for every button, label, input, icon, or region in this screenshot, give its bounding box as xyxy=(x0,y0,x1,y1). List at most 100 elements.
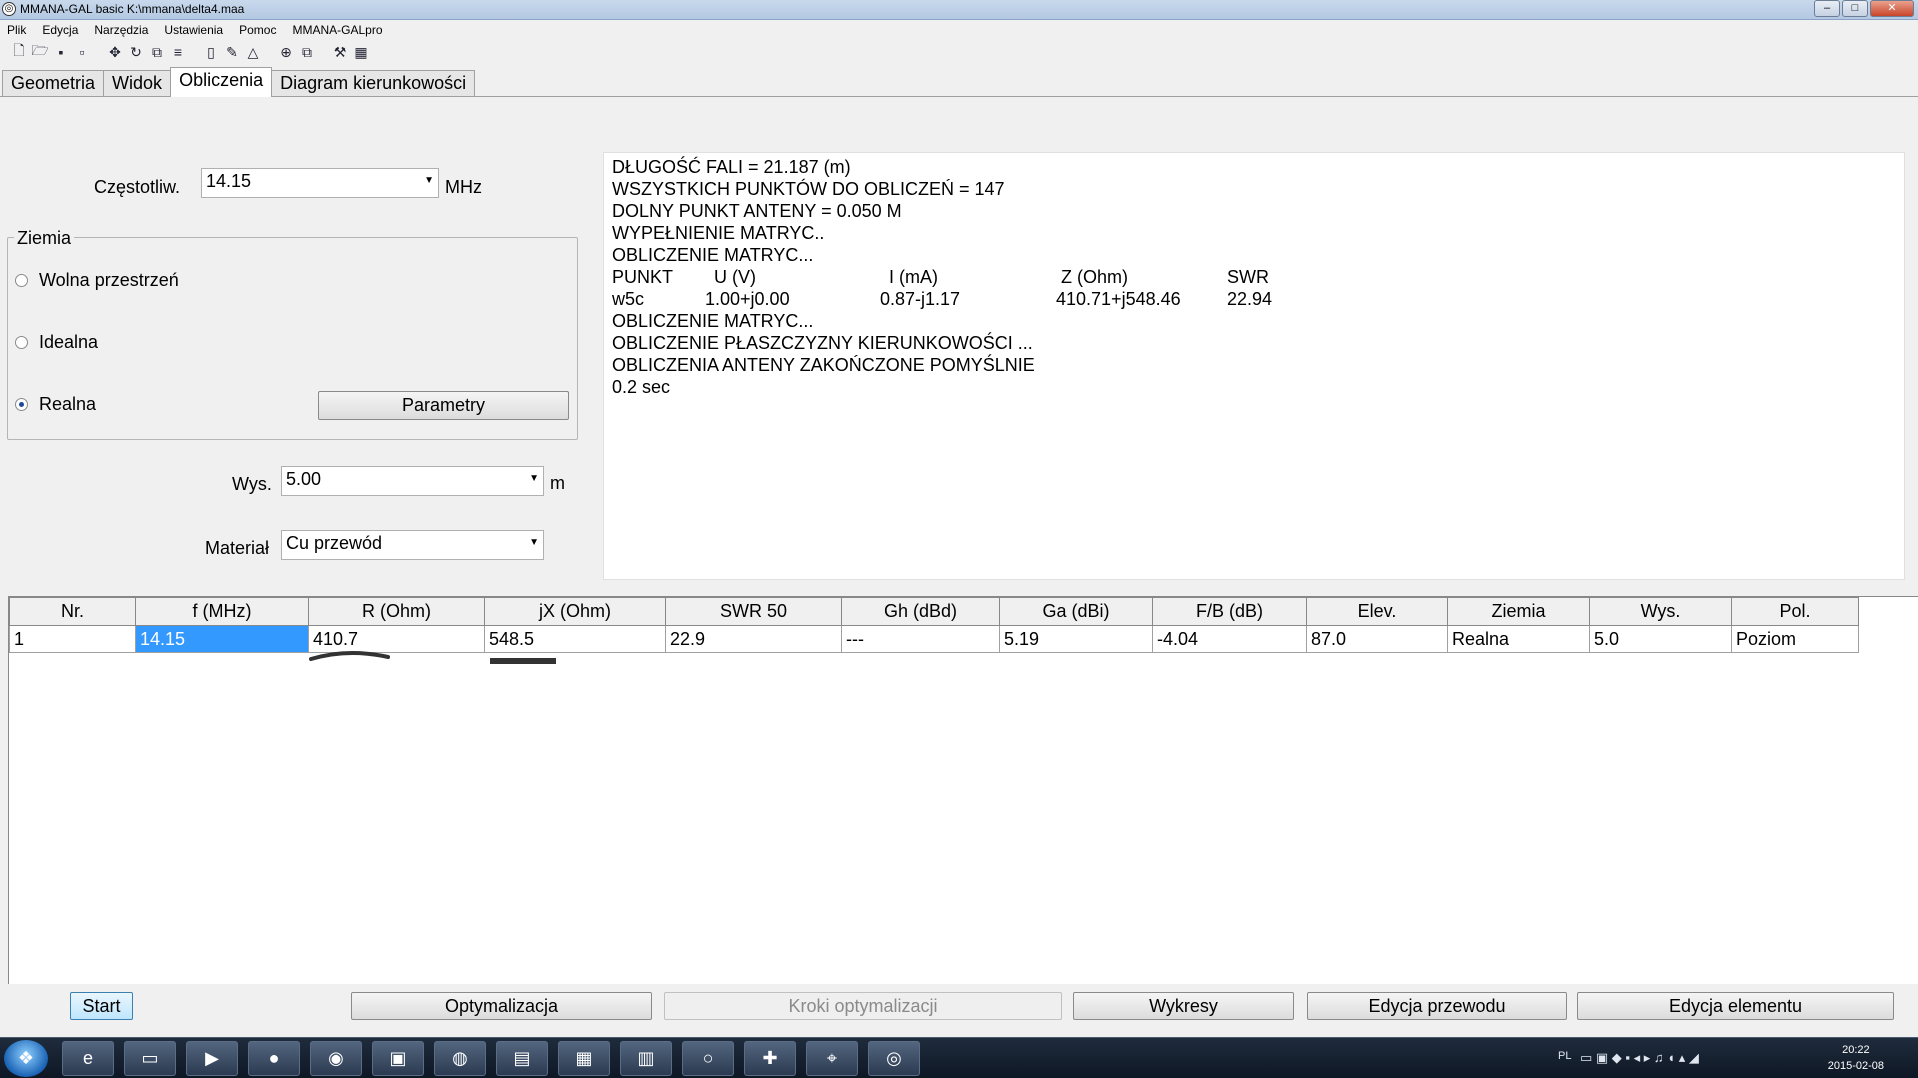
radio-ideal[interactable]: Idealna xyxy=(15,332,98,353)
align-icon[interactable]: ≡ xyxy=(169,43,187,61)
col-header-pol[interactable]: Pol. xyxy=(1731,597,1859,626)
app-icon-7[interactable]: ◎ xyxy=(868,1041,920,1076)
tab-geometria[interactable]: Geometria xyxy=(2,70,105,96)
element-edit-button[interactable]: Edycja elementu xyxy=(1577,992,1894,1020)
rtty-icon[interactable]: ✚ xyxy=(744,1041,796,1076)
rotate-icon[interactable]: ↻ xyxy=(127,43,145,61)
tools-icon[interactable]: ⚒ xyxy=(331,43,349,61)
cell-ziemia[interactable]: Realna xyxy=(1447,625,1590,653)
antenna-icon[interactable]: ⌖ xyxy=(806,1041,858,1076)
menu-edycja[interactable]: Edycja xyxy=(35,23,87,37)
optimization-steps-button[interactable]: Kroki optymalizacji xyxy=(664,992,1062,1020)
app-icon-3[interactable]: ▤ xyxy=(496,1041,548,1076)
chrome-icon[interactable]: ◉ xyxy=(310,1041,362,1076)
col-header-fb[interactable]: F/B (dB) xyxy=(1152,597,1307,626)
cell-pol[interactable]: Poziom xyxy=(1731,625,1859,653)
app-icon-4[interactable]: ▦ xyxy=(558,1041,610,1076)
app-icon-5[interactable]: ▥ xyxy=(620,1041,672,1076)
page-icon[interactable]: ▯ xyxy=(202,43,220,61)
menu-ustawienia[interactable]: Ustawienia xyxy=(157,23,232,37)
start-button[interactable]: Start xyxy=(70,992,133,1020)
copy-icon[interactable]: ⧉ xyxy=(148,43,166,61)
cell-wys[interactable]: 5.0 xyxy=(1589,625,1732,653)
radio-free-space[interactable]: Wolna przestrzeń xyxy=(15,270,179,291)
save-as-icon[interactable]: ▫ xyxy=(73,43,91,61)
edit-icon[interactable]: ✎ xyxy=(223,43,241,61)
clock[interactable]: 20:22 2015-02-08 xyxy=(1828,1042,1884,1074)
explorer-icon[interactable]: ▭ xyxy=(124,1041,176,1076)
radio-real-label: Realna xyxy=(39,394,97,414)
radio-icon[interactable] xyxy=(15,336,28,349)
material-value: Cu przewód xyxy=(286,533,383,553)
dropdown-arrow-icon[interactable]: ▼ xyxy=(529,537,539,548)
menu-pomoc[interactable]: Pomoc xyxy=(232,23,285,37)
col-header-elev[interactable]: Elev. xyxy=(1306,597,1448,626)
height-combo[interactable]: 5.00 ▼ xyxy=(281,466,544,496)
col-header-ga[interactable]: Ga (dBi) xyxy=(999,597,1153,626)
cell-nr[interactable]: 1 xyxy=(9,625,136,653)
material-combo[interactable]: Cu przewód ▼ xyxy=(281,530,544,560)
tray-icons[interactable]: ▭ ▣ ◆ ▪ ◂ ▸ ♫ ◖ ▴ ◢ xyxy=(1580,1050,1699,1066)
col-header-gh[interactable]: Gh (dBd) xyxy=(841,597,1000,626)
menu-narzedzia[interactable]: Narzędzia xyxy=(87,23,157,37)
frequency-combo[interactable]: 14.15 ▼ xyxy=(201,168,439,198)
output-line: DŁUGOŚĆ FALI = 21.187 (m) xyxy=(612,157,851,177)
language-indicator[interactable]: PL xyxy=(1558,1050,1571,1062)
tab-diagram-kierunkowosci[interactable]: Diagram kierunkowości xyxy=(271,70,476,96)
clock-date: 2015-02-08 xyxy=(1827,1060,1884,1072)
point-row-u: 1.00+j0.00 xyxy=(705,289,790,309)
cell-gh[interactable]: --- xyxy=(841,625,1000,653)
wire-edit-button[interactable]: Edycja przewodu xyxy=(1307,992,1567,1020)
save-icon[interactable]: ▪ xyxy=(52,43,70,61)
output-line: OBLICZENIE MATRYC... xyxy=(612,245,814,265)
plots-button[interactable]: Wykresy xyxy=(1073,992,1294,1020)
dropdown-arrow-icon[interactable]: ▼ xyxy=(529,473,539,484)
duplicate-icon[interactable]: ⧉ xyxy=(298,43,316,61)
cell-jx[interactable]: 548.5 xyxy=(484,625,666,653)
cell-f[interactable]: 14.15 xyxy=(135,625,309,653)
radio-free-space-label: Wolna przestrzeń xyxy=(39,270,179,290)
triangle-icon[interactable]: △ xyxy=(244,43,262,61)
calculator-icon[interactable]: ▦ xyxy=(352,43,370,61)
firefox-icon[interactable]: ● xyxy=(248,1041,300,1076)
app-icon-1[interactable]: ▣ xyxy=(372,1041,424,1076)
new-file-icon[interactable]: 🗋 xyxy=(10,42,28,61)
col-header-jx[interactable]: jX (Ohm) xyxy=(484,597,666,626)
col-header-nr[interactable]: Nr. xyxy=(9,597,136,626)
app-icon-6[interactable]: ○ xyxy=(682,1041,734,1076)
dropdown-arrow-icon[interactable]: ▼ xyxy=(424,175,434,186)
tab-widok[interactable]: Widok xyxy=(103,70,172,96)
maximize-button[interactable]: □ xyxy=(1842,0,1868,17)
target-icon[interactable]: ⊕ xyxy=(277,43,295,61)
col-header-f[interactable]: f (MHz) xyxy=(135,597,309,626)
col-header-ziemia[interactable]: Ziemia xyxy=(1447,597,1590,626)
minimize-button[interactable]: – xyxy=(1814,0,1840,17)
toolbar: 🗋 🗁 ▪ ▫ ✥ ↻ ⧉ ≡ ▯ ✎ △ ⊕ ⧉ ⚒ ▦ xyxy=(0,41,1918,63)
cell-elev[interactable]: 87.0 xyxy=(1306,625,1448,653)
col-header-r[interactable]: R (Ohm) xyxy=(308,597,485,626)
windows-start-button[interactable]: ❖ xyxy=(4,1040,48,1077)
table-row[interactable]: 1 14.15 410.7 548.5 22.9 --- 5.19 -4.04 … xyxy=(9,625,1859,653)
media-player-icon[interactable]: ▶ xyxy=(186,1041,238,1076)
results-table[interactable]: Nr. f (MHz) R (Ohm) jX (Ohm) SWR 50 Gh (… xyxy=(8,596,1918,984)
radio-icon[interactable] xyxy=(15,274,28,287)
open-folder-icon[interactable]: 🗁 xyxy=(31,42,49,61)
tab-bar: Geometria Widok Obliczenia Diagram kieru… xyxy=(0,67,476,97)
cell-swr[interactable]: 22.9 xyxy=(665,625,842,653)
menu-plik[interactable]: Plik xyxy=(0,23,35,37)
move-icon[interactable]: ✥ xyxy=(106,43,124,61)
radio-real[interactable]: Realna xyxy=(15,394,96,415)
optimize-button[interactable]: Optymalizacja xyxy=(351,992,652,1020)
col-header-swr[interactable]: SWR 50 xyxy=(665,597,842,626)
radio-checked-icon[interactable] xyxy=(15,398,28,411)
frequency-unit: MHz xyxy=(445,177,482,197)
cell-ga[interactable]: 5.19 xyxy=(999,625,1153,653)
ie-icon[interactable]: e xyxy=(62,1041,114,1076)
col-header-wys[interactable]: Wys. xyxy=(1589,597,1732,626)
cell-fb[interactable]: -4.04 xyxy=(1152,625,1307,653)
close-button[interactable]: ✕ xyxy=(1870,0,1914,17)
app-icon-2[interactable]: ◍ xyxy=(434,1041,486,1076)
menu-mmana-galpro[interactable]: MMANA-GALpro xyxy=(285,23,391,37)
tab-obliczenia[interactable]: Obliczenia xyxy=(170,67,273,97)
params-button[interactable]: Parametry xyxy=(318,391,569,420)
